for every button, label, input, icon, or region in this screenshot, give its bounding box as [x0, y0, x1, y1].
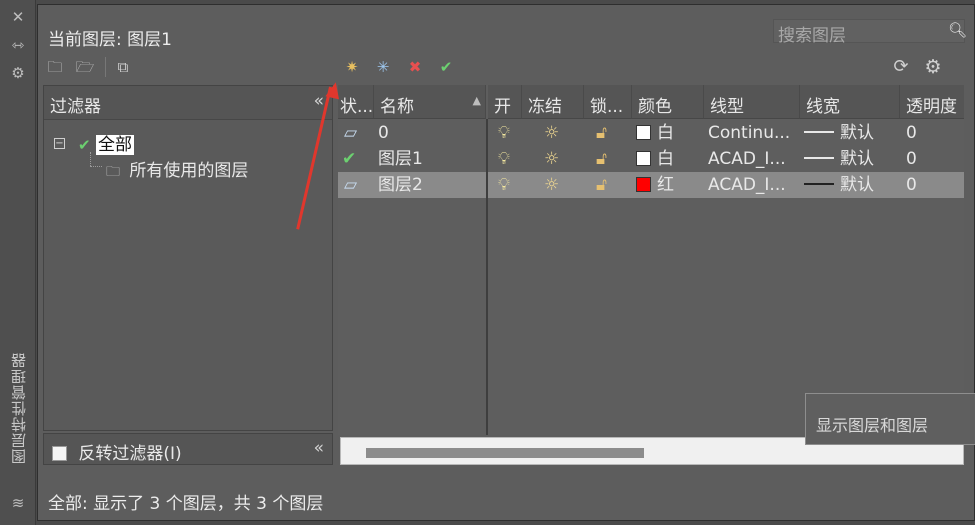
palette-strip: ✕ ⇿ ⚙ 图层特性管理器 ≋ — [0, 0, 36, 525]
search-layers-field[interactable]: 搜索图层 🔍︎ — [773, 19, 967, 46]
new-layer-vp-frozen-icon[interactable]: ✳ — [372, 57, 394, 77]
filters-header: 过滤器 « — [44, 86, 332, 120]
delete-layer-icon[interactable]: ✖ — [404, 57, 426, 77]
lightbulb-icon[interactable]: 💡︎ — [498, 147, 510, 171]
transparency[interactable]: 0 — [906, 147, 917, 171]
lineweight-sample — [804, 183, 834, 185]
lineweight: 默认 — [840, 149, 874, 169]
new-property-filter-icon[interactable]: 🗀 — [44, 57, 66, 77]
scrollbar-thumb[interactable] — [366, 448, 644, 458]
column-header-lineweight[interactable]: 线宽 — [800, 85, 900, 119]
lineweight-sample — [804, 157, 834, 159]
color-name: 白 — [657, 149, 674, 169]
filter-folder-icon: 🗀 — [106, 164, 120, 180]
lineweight-cell[interactable]: 默认 — [804, 147, 874, 171]
collapse-filters-icon[interactable]: « — [314, 91, 324, 111]
palette-title: 图层特性管理器 — [10, 352, 28, 464]
lineweight: 默认 — [840, 175, 874, 195]
transparency[interactable]: 0 — [906, 121, 917, 145]
linetype[interactable]: Continu... — [708, 121, 798, 145]
column-header-status[interactable]: 状... — [338, 85, 374, 119]
sort-ascending-icon: ▲ — [472, 94, 481, 107]
search-placeholder: 搜索图层 — [778, 26, 846, 46]
column-header-name[interactable]: 名称 ▲ — [374, 85, 486, 119]
lineweight: 默认 — [840, 123, 874, 143]
color-swatch — [636, 151, 651, 166]
color-cell[interactable]: 红 — [636, 173, 674, 197]
filters-panel: 过滤器 « − ✔ 全部 🗀 所有使用的图层 — [43, 85, 333, 431]
transparency[interactable]: 0 — [906, 173, 917, 197]
properties-icon[interactable]: ⚙ — [9, 64, 27, 82]
close-icon[interactable]: ✕ — [9, 8, 27, 26]
linetype[interactable]: ACAD_I... — [708, 147, 798, 171]
new-layer-icon[interactable]: ✷ — [341, 57, 363, 77]
filter-node-all-label: 全部 — [95, 135, 134, 155]
sun-icon[interactable]: ☼ — [544, 173, 559, 197]
invert-filter-checkbox[interactable] — [52, 446, 67, 461]
lineweight-cell[interactable]: 默认 — [804, 173, 874, 197]
color-cell[interactable]: 白 — [636, 121, 674, 145]
color-cell[interactable]: 白 — [636, 147, 674, 171]
column-header-lock[interactable]: 锁... — [584, 85, 632, 119]
column-header-linetype[interactable]: 线型 — [704, 85, 800, 119]
toolbar-separator — [105, 57, 106, 77]
parallelogram-icon: ▱ — [344, 123, 358, 143]
filter-node-used-layers[interactable]: 🗀 所有使用的图层 — [106, 156, 248, 185]
layer-name[interactable]: 图层2 — [378, 173, 423, 197]
layers-icon: ≋ — [11, 494, 25, 512]
tree-connector — [90, 166, 102, 167]
tree-collapse-toggle[interactable]: − — [54, 138, 65, 149]
column-header-transparency[interactable]: 透明度 — [900, 85, 964, 119]
lineweight-sample — [804, 131, 834, 133]
linetype[interactable]: ACAD_I... — [708, 173, 798, 197]
color-swatch — [636, 177, 651, 192]
color-name: 白 — [657, 123, 674, 143]
set-current-icon[interactable]: ✔ — [435, 57, 457, 77]
invert-filter-label: 反转过滤器(I) — [78, 444, 182, 464]
tooltip: 显示图层和图层 — [805, 393, 975, 445]
all-filter-icon: ✔ — [78, 136, 91, 154]
layer-states-manager-icon[interactable]: ⧉ — [112, 57, 134, 77]
lineweight-cell[interactable]: 默认 — [804, 121, 874, 145]
lightbulb-icon[interactable]: 💡︎ — [498, 173, 510, 197]
color-name: 红 — [657, 175, 674, 195]
unlock-icon[interactable]: 🔓︎ — [596, 147, 607, 171]
filters-title: 过滤器 — [50, 97, 101, 117]
refresh-icon[interactable]: ⟳ — [890, 57, 912, 77]
layer-grid: 状... 名称 ▲ 开 冻结 锁... 颜色 线型 线宽 透明度 ▱ 0 💡︎ … — [338, 85, 964, 435]
invert-filter-panel: 反转过滤器(I) « — [43, 433, 333, 465]
status-bar-text: 全部: 显示了 3 个图层，共 3 个图层 — [48, 494, 324, 514]
column-header-name-label: 名称 — [380, 97, 414, 117]
column-header-freeze[interactable]: 冻结 — [522, 85, 584, 119]
collapse-invert-icon[interactable]: « — [314, 438, 324, 458]
settings-gear-icon[interactable]: ⚙ — [922, 57, 944, 77]
tree-connector — [90, 152, 91, 166]
sun-icon[interactable]: ☼ — [544, 121, 559, 145]
sun-icon[interactable]: ☼ — [544, 147, 559, 171]
unlock-icon[interactable]: 🔓︎ — [596, 121, 607, 145]
search-icon[interactable]: 🔍︎ — [948, 21, 967, 39]
new-group-filter-icon[interactable]: 🗁 — [74, 57, 96, 77]
column-header-on[interactable]: 开 — [488, 85, 522, 119]
unlock-icon[interactable]: 🔓︎ — [596, 173, 607, 197]
color-swatch — [636, 125, 651, 140]
pane-divider[interactable] — [486, 119, 488, 435]
current-layer-label: 当前图层: 图层1 — [48, 30, 172, 50]
layer-name[interactable]: 0 — [378, 121, 389, 145]
filter-node-all[interactable]: ✔ 全部 — [78, 130, 134, 155]
parallelogram-icon: ▱ — [344, 175, 358, 195]
check-icon: ✔ — [342, 149, 357, 169]
column-header-color[interactable]: 颜色 — [632, 85, 704, 119]
autohide-icon[interactable]: ⇿ — [9, 36, 27, 54]
filter-node-used-layers-label: 所有使用的图层 — [129, 161, 249, 181]
lightbulb-icon[interactable]: 💡︎ — [498, 121, 510, 145]
layer-name[interactable]: 图层1 — [378, 147, 423, 171]
